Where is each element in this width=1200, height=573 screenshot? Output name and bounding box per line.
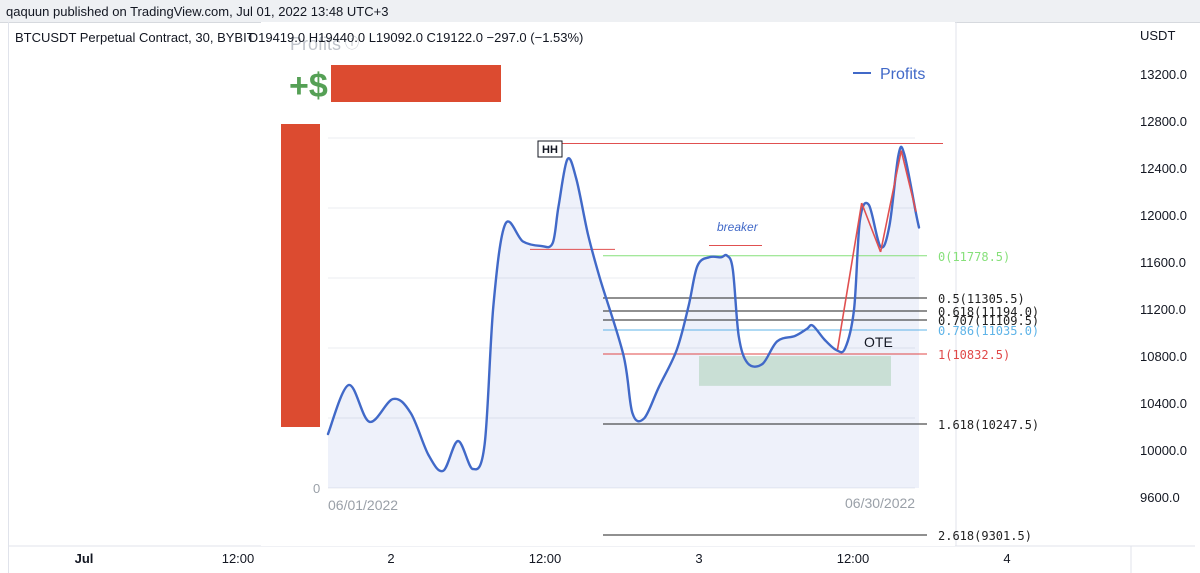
fib-label: 0.5(11305.5) [938,292,1025,306]
profits-start-date: 06/01/2022 [328,497,398,513]
price-tick: 12400.0 [1140,161,1187,176]
price-tick: 10800.0 [1140,349,1187,364]
redacted-bar [281,124,320,427]
time-tick: 2 [387,551,394,566]
profits-end-date: 06/30/2022 [845,495,915,511]
price-tick: 9600.0 [1140,490,1180,505]
ohlc-values: O19419.0 H19440.0 L19092.0 C19122.0 −297… [248,30,583,45]
time-tick: 3 [695,551,702,566]
time-axis-ticks[interactable]: Jul 12:00 2 12:00 3 12:00 4 [75,551,1011,566]
fib-label: 0(11778.5) [938,250,1010,264]
time-tick: 4 [1003,551,1010,566]
chart-frame[interactable]: Profits ⓘ +$ Profits 0 06/01/2022 06/30/… [8,22,1195,573]
ote-zone[interactable] [699,356,891,386]
time-tick: 12:00 [529,551,562,566]
price-tick: 12800.0 [1140,114,1187,129]
breaker-label: breaker [717,220,759,234]
publisher-text: qaquun published on TradingView.com, Jul… [6,4,389,19]
publisher-bar: qaquun published on TradingView.com, Jul… [0,0,1200,23]
fib-label: 2.618(9301.5) [938,529,1032,543]
fib-label: 0.786(11035.0) [938,324,1039,338]
fib-label: 1.618(10247.5) [938,418,1039,432]
price-axis-ticks[interactable]: 13200.0 12800.0 12400.0 12000.0 11600.0 11200… [1140,67,1187,505]
symbol-title[interactable]: BTCUSDT Perpetual Contract, 30, BYBIT [15,30,255,45]
chart-canvas[interactable]: Profits ⓘ +$ Profits 0 06/01/2022 06/30/… [9,22,1195,573]
legend-label[interactable]: Profits [880,66,925,83]
price-tick: 13200.0 [1140,67,1187,82]
profits-zero-label: 0 [313,481,320,496]
ote-label: OTE [864,334,893,350]
profit-dollar-sign: +$ [289,67,328,105]
price-tick: 10400.0 [1140,396,1187,411]
price-tick: 11600.0 [1140,255,1186,270]
time-tick: 12:00 [222,551,255,566]
redacted-amount-box [331,65,501,102]
time-tick: 12:00 [837,551,870,566]
hh-label: HH [542,144,558,156]
time-tick: Jul [75,551,94,566]
price-tick: 10000.0 [1140,443,1187,458]
price-tick: 12000.0 [1140,208,1187,223]
price-axis-currency: USDT [1140,28,1175,43]
fib-label: 1(10832.5) [938,348,1010,362]
price-tick: 11200.0 [1140,302,1186,317]
